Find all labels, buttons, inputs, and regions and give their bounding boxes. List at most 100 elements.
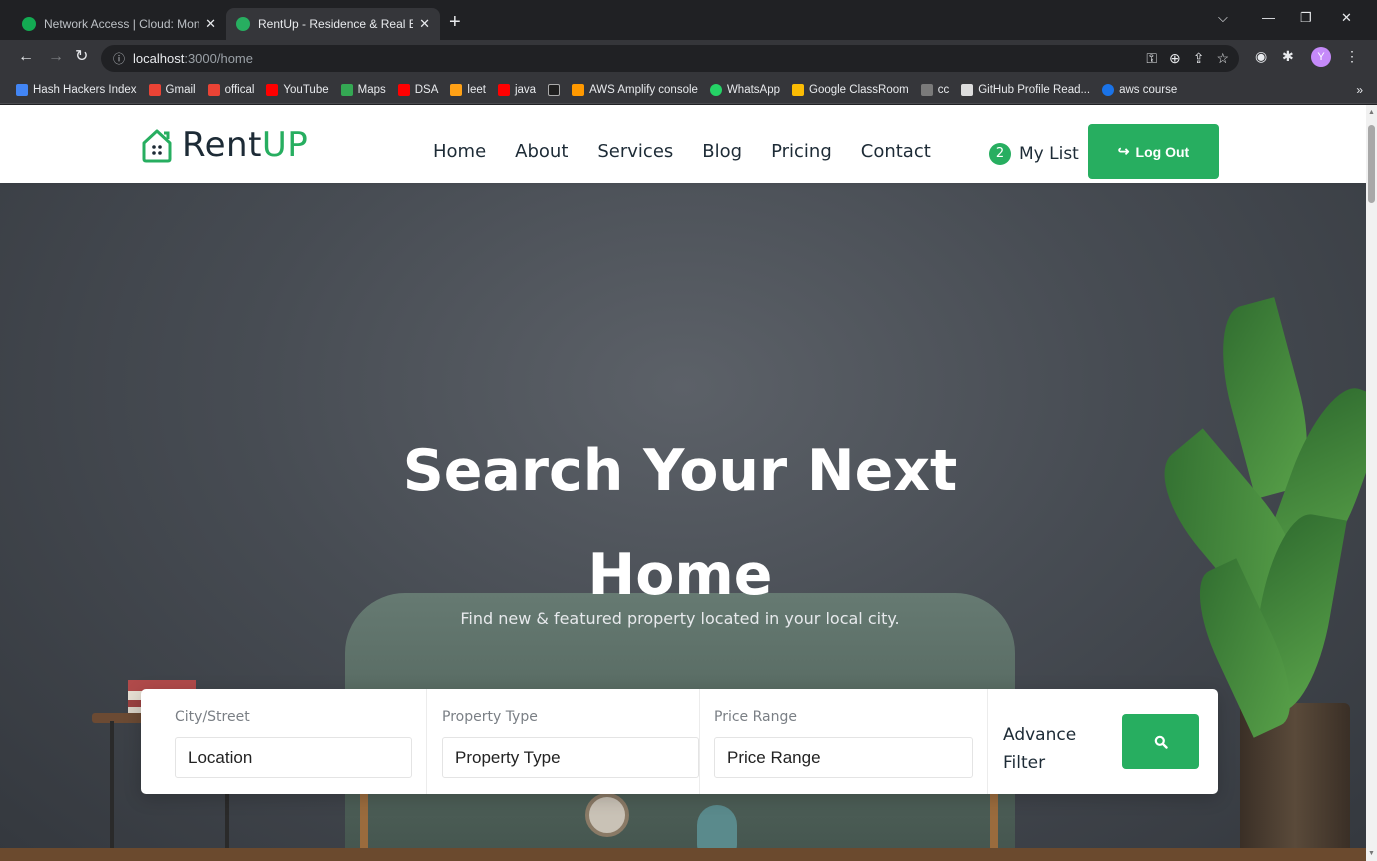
nav-contact[interactable]: Contact (861, 141, 931, 162)
property-type-field: Property Type (427, 689, 700, 794)
youtube-icon (397, 83, 410, 96)
back-icon[interactable]: ← (18, 48, 34, 66)
logout-label: Log Out (1135, 143, 1190, 160)
youtube-icon (497, 83, 510, 96)
close-window-button[interactable]: ✕ (1341, 10, 1352, 26)
hackerrank-icon (548, 83, 561, 96)
tab-title: RentUp - Residence & Real Estate (258, 17, 414, 31)
page-viewport: RentUP Home About Services Blog Pricing … (0, 105, 1366, 861)
share-icon[interactable]: ⇪ (1193, 50, 1205, 67)
property-type-label: Property Type (442, 709, 538, 725)
bookmark-item[interactable]: aws course (1102, 83, 1177, 96)
bookmark-item[interactable]: Maps (340, 83, 386, 96)
search-icon (1154, 735, 1168, 749)
cc-icon (920, 83, 933, 96)
url-host: localhost (133, 51, 185, 66)
extension-icon[interactable]: ◉ (1255, 48, 1267, 65)
bookmark-item[interactable]: Hash Hackers Index (16, 83, 137, 96)
forward-icon[interactable]: → (48, 48, 64, 66)
scroll-down-icon[interactable]: ▼ (1368, 850, 1375, 857)
rentup-logo[interactable]: RentUP (140, 125, 308, 165)
address-bar[interactable]: ⓘ localhost :3000/home ⚿ ⊕ ⇪ ☆ (101, 45, 1239, 72)
tab-rentup[interactable]: RentUp - Residence & Real Estate ✕ (226, 8, 440, 40)
menu-kebab-icon[interactable]: ⋮ (1345, 48, 1359, 65)
nav-blog[interactable]: Blog (702, 141, 742, 162)
bookmark-item[interactable] (548, 83, 561, 96)
leetcode-icon (450, 83, 463, 96)
property-search-form: City/Street Property Type Price Range Ad… (141, 689, 1218, 794)
bookmark-item[interactable]: java (497, 83, 536, 96)
location-input[interactable] (175, 737, 412, 778)
edge-icon (1102, 83, 1115, 96)
bookmark-item[interactable]: AWS Amplify console (572, 83, 698, 96)
bookmark-item[interactable]: leet (450, 83, 486, 96)
price-range-field: Price Range (700, 689, 988, 794)
profile-avatar[interactable]: Y (1311, 47, 1331, 67)
hero-title: Search Your Next Home (402, 438, 958, 608)
bookmarks-overflow-icon[interactable]: » (1356, 83, 1363, 97)
url-path: :3000/home (184, 51, 253, 66)
maps-icon (340, 83, 353, 96)
my-list-label: My List (1019, 144, 1079, 164)
bookmark-item[interactable]: Gmail (148, 83, 196, 96)
bookmark-item[interactable]: DSA (397, 83, 438, 96)
floor-image (0, 848, 1366, 861)
drive-icon (16, 83, 28, 96)
city-street-field: City/Street (141, 689, 427, 794)
reload-icon[interactable]: ↻ (75, 48, 88, 66)
city-street-label: City/Street (175, 709, 250, 725)
clock-image (585, 793, 629, 837)
search-button[interactable] (1122, 714, 1199, 769)
bookmark-star-icon[interactable]: ☆ (1216, 50, 1229, 67)
nav-about[interactable]: About (515, 141, 568, 162)
price-range-label: Price Range (714, 709, 797, 725)
tab-mongodb[interactable]: Network Access | Cloud: MongoD ✕ (12, 8, 226, 40)
bookmarks-bar: Hash Hackers Index Gmail offical YouTube… (0, 76, 1377, 104)
hero-subtitle: Find new & featured property located in … (460, 609, 900, 628)
house-logo-icon (140, 127, 174, 163)
tab-title: Network Access | Cloud: MongoD (44, 17, 200, 31)
restore-button[interactable]: ❐ (1300, 10, 1312, 26)
property-type-input[interactable] (442, 737, 699, 778)
browser-tab-bar: Network Access | Cloud: MongoD ✕ RentUp … (0, 0, 1377, 40)
browser-toolbar: ← → ↻ ⓘ localhost :3000/home ⚿ ⊕ ⇪ ☆ (0, 40, 1377, 76)
nav-home[interactable]: Home (433, 141, 486, 162)
side-table-leg (110, 721, 114, 861)
tab-close-icon[interactable]: ✕ (419, 16, 430, 32)
puzzle-icon[interactable]: ✱ (1282, 48, 1294, 65)
new-tab-button[interactable]: + (449, 12, 461, 32)
site-info-icon[interactable]: ⓘ (113, 50, 125, 67)
site-header: RentUP Home About Services Blog Pricing … (0, 105, 1366, 183)
github-readme-icon (961, 83, 974, 96)
nav-services[interactable]: Services (597, 141, 673, 162)
rentup-favicon-icon (236, 17, 250, 31)
my-list-link[interactable]: 2 My List (989, 143, 1079, 165)
mongodb-leaf-icon (22, 17, 36, 31)
aws-amplify-icon (572, 83, 585, 96)
tab-search-icon[interactable]: ⌵ (1218, 10, 1228, 26)
nav-pricing[interactable]: Pricing (771, 141, 832, 162)
bookmark-item[interactable]: cc (920, 83, 949, 96)
bookmark-item[interactable]: YouTube (266, 83, 329, 96)
gmail-icon (207, 83, 220, 96)
price-range-input[interactable] (714, 737, 973, 778)
advance-filter-link[interactable]: Advance Filter (1003, 721, 1076, 777)
logout-button[interactable]: ↪ Log Out (1088, 124, 1219, 179)
whatsapp-icon (709, 83, 722, 96)
bookmark-item[interactable]: Google ClassRoom (792, 83, 909, 96)
minimize-button[interactable]: — (1262, 10, 1275, 25)
main-nav: Home About Services Blog Pricing Contact (433, 141, 931, 162)
scroll-up-icon[interactable]: ▲ (1368, 109, 1375, 116)
bookmark-item[interactable]: WhatsApp (709, 83, 780, 96)
hero-section: Search Your Next Home Find new & feature… (0, 183, 1366, 861)
logout-icon: ↪ (1117, 143, 1130, 159)
youtube-icon (266, 83, 279, 96)
bookmark-item[interactable]: GitHub Profile Read... (961, 83, 1090, 96)
page-scrollbar[interactable]: ▲ ▼ (1366, 105, 1377, 861)
tab-close-icon[interactable]: ✕ (205, 16, 216, 32)
scrollbar-thumb[interactable] (1368, 125, 1375, 203)
bookmark-item[interactable]: offical (207, 83, 254, 96)
gmail-icon (148, 83, 161, 96)
zoom-icon[interactable]: ⊕ (1169, 50, 1181, 67)
key-icon[interactable]: ⚿ (1146, 50, 1157, 67)
